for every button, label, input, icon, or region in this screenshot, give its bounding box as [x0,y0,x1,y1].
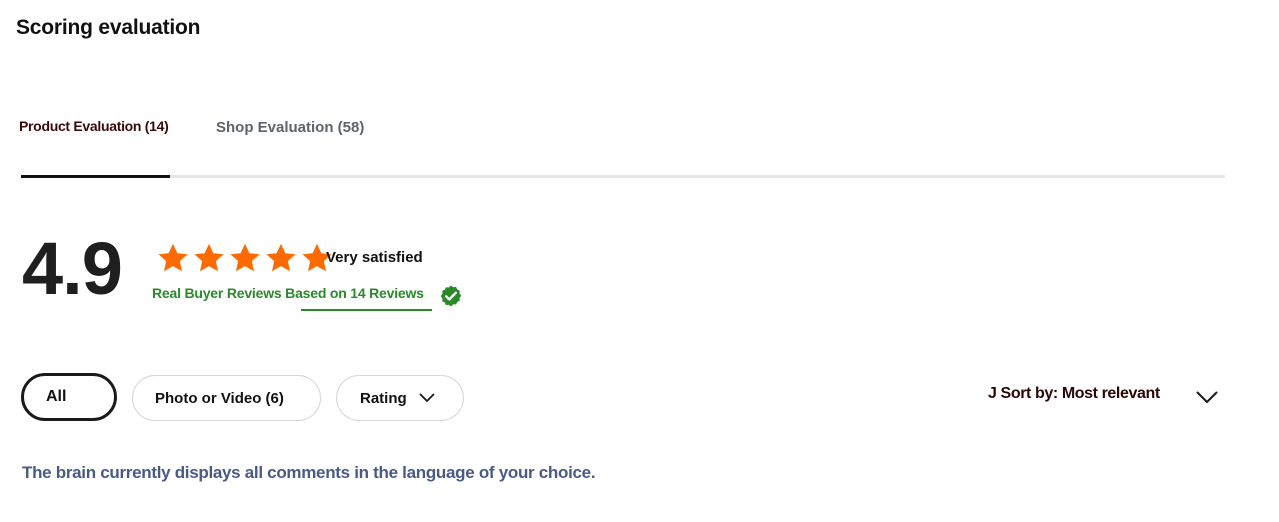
real-buyer-reviews-link[interactable]: Real Buyer Reviews Based on 14 Reviews [152,285,424,301]
filter-photo-video-label: Photo or Video (6) [155,389,284,407]
average-score: 4.9 [22,227,123,310]
star-icon [158,243,188,272]
verified-check-icon [440,285,462,307]
filter-all-button[interactable]: All [21,373,117,421]
tabs-track [21,175,1225,178]
star-icon [266,243,296,272]
filter-rating-label: Rating [360,389,407,407]
active-tab-indicator [21,175,170,178]
chevron-down-icon [419,393,435,402]
star-rating [155,240,335,276]
filter-photo-video-button[interactable]: Photo or Video (6) [132,375,321,421]
sort-chevron-down-icon[interactable] [1196,391,1218,404]
language-notice: The brain currently displays all comment… [22,463,596,482]
tab-product-evaluation[interactable]: Product Evaluation (14) [19,118,169,134]
tab-shop-evaluation[interactable]: Shop Evaluation (58) [216,119,364,136]
reviews-link-underline [301,309,432,311]
filter-rating-dropdown[interactable]: Rating [336,375,464,421]
satisfaction-label: Very satisfied [326,249,423,266]
star-icon [194,243,224,272]
sort-by-label[interactable]: J Sort by: Most relevant [988,385,1160,403]
page-title: Scoring evaluation [16,16,201,39]
filter-all-label: All [46,388,67,405]
star-icon [230,243,260,272]
